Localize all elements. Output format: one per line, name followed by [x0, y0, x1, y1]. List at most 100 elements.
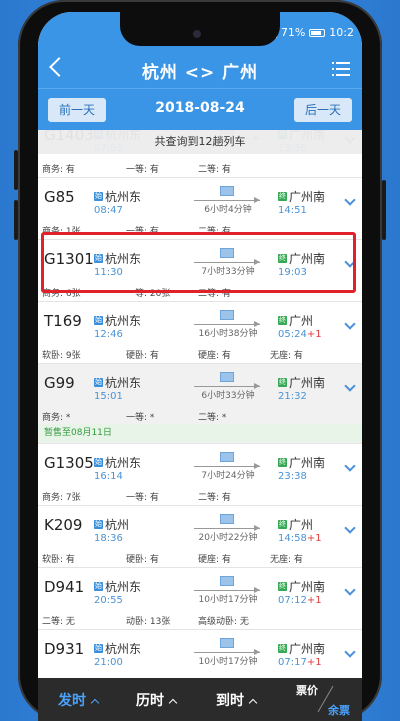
- battery-text: 71%: [280, 26, 306, 39]
- train-icon: [220, 372, 234, 382]
- duration: 16小时38分钟: [198, 329, 258, 339]
- seat-availability: 软卧: 9张: [42, 351, 81, 361]
- end-station-icon: 终: [278, 644, 287, 653]
- depart-time: 15:01: [94, 391, 123, 402]
- chevron-down-icon[interactable]: [344, 646, 356, 658]
- to-station: 广州南: [289, 376, 326, 390]
- seat-availability: 二等: 有: [198, 493, 231, 503]
- train-row[interactable]: D941 始杭州东 20:55 10小时17分钟 终广州南 07:12+1 二等: 无 动卧:…: [38, 568, 362, 630]
- seat-availability: 软卧: 有: [42, 555, 75, 565]
- from-station: 杭州东: [105, 314, 142, 328]
- train-number: G1305: [44, 454, 94, 472]
- train-number: D931: [44, 640, 85, 658]
- seat-availability: 商务: *: [42, 413, 71, 423]
- train-row[interactable]: K209 始杭州 18:36 20小时22分钟 终广州 14:58+1 软卧: 有 硬卧: 有…: [38, 506, 362, 568]
- train-row[interactable]: T169 始杭州东 12:46 16小时38分钟 终广州 05:24+1 软卧: 9张 硬卧:…: [38, 302, 362, 364]
- volume-button: [14, 200, 18, 240]
- duration: 10小时17分钟: [198, 657, 258, 667]
- next-day-marker: +1: [306, 329, 322, 340]
- screen: 71% 10:2 杭州 <> 广州 前一天 2018-08-24 后一天 共查询…: [38, 12, 362, 721]
- train-number: K209: [44, 516, 83, 534]
- seat-availability: 硬座: 有: [198, 555, 231, 565]
- next-day-marker: +1: [306, 657, 322, 668]
- sort-arrive-label: 到时: [216, 693, 244, 709]
- camera: [193, 30, 201, 38]
- end-station-icon: 终: [278, 316, 287, 325]
- chevron-down-icon[interactable]: [344, 460, 356, 472]
- highlight-box: [41, 232, 356, 293]
- seat-availability: 二等: 无: [42, 617, 75, 627]
- train-icon: [220, 310, 234, 320]
- clock: 10:2: [329, 26, 354, 39]
- seat-availability: 一等: *: [126, 413, 155, 423]
- train-icon: [220, 638, 234, 648]
- chevron-down-icon[interactable]: [344, 380, 356, 392]
- arrive-time: 07:17+1: [278, 657, 322, 668]
- sort-arrive-button[interactable]: 到时: [216, 690, 258, 710]
- chevron-down-icon[interactable]: [344, 318, 356, 330]
- arrive-time-value: 07:12: [278, 595, 307, 606]
- seat-availability: 一等: 有: [126, 165, 159, 175]
- arrive-time-value: 23:38: [278, 471, 307, 482]
- next-day-button[interactable]: 后一天: [294, 98, 352, 122]
- arrive-time-value: 07:17: [278, 657, 307, 668]
- start-station-icon: 始: [94, 520, 103, 529]
- sort-remain-button[interactable]: 余票: [328, 702, 350, 718]
- end-station-icon: 终: [278, 458, 287, 467]
- seat-availability: 硬卧: 有: [126, 555, 159, 565]
- chevron-down-icon[interactable]: [344, 584, 356, 596]
- arrow-icon: [194, 197, 260, 203]
- train-icon: [220, 186, 234, 196]
- train-row[interactable]: D931始杭州东21:0010小时17分钟终广州南07:17+1二等: 20张动…: [38, 630, 362, 678]
- from-station: 杭州东: [105, 456, 142, 470]
- end-station-icon: 终: [278, 520, 287, 529]
- train-number: D941: [44, 578, 85, 596]
- arrow-icon: [194, 525, 260, 531]
- arrive-time: 14:51: [278, 205, 307, 216]
- seat-availability: 商务: 7张: [42, 493, 81, 503]
- arrive-time: 21:32: [278, 391, 307, 402]
- arrow-icon: [194, 383, 260, 389]
- duration: 20小时22分钟: [198, 533, 258, 543]
- start-station-icon: 始: [94, 458, 103, 467]
- arrive-time-value: 14:58: [278, 533, 307, 544]
- train-row[interactable]: G1305 始杭州东 16:14 7小时24分钟 终广州南 23:38 商务: 7张 一等: …: [38, 444, 362, 506]
- depart-time: 08:47: [94, 205, 123, 216]
- seat-availability: 无座: 有: [270, 351, 303, 361]
- depart-time: 18:36: [94, 533, 123, 544]
- sort-duration-button[interactable]: 历时: [136, 690, 178, 710]
- chevron-down-icon[interactable]: [344, 522, 356, 534]
- arrive-time: 07:12+1: [278, 595, 322, 606]
- caret-up-icon: [248, 698, 258, 708]
- battery-icon: [309, 28, 326, 37]
- chevron-down-icon[interactable]: [344, 194, 356, 206]
- seat-availability: 二等: *: [198, 413, 227, 423]
- next-day-marker: +1: [306, 533, 322, 544]
- train-number: G99: [44, 374, 75, 392]
- train-icon: [220, 514, 234, 524]
- seat-availability: 二等: 有: [198, 165, 231, 175]
- start-station-icon: 始: [94, 644, 103, 653]
- power-button: [382, 180, 386, 240]
- menu-icon[interactable]: [332, 62, 350, 76]
- seat-availability: 硬卧: 有: [126, 351, 159, 361]
- result-count: 共查询到12趟列车: [38, 130, 362, 154]
- seat-availability: 动卧: 13张: [126, 617, 171, 627]
- volume-button: [14, 150, 18, 190]
- caret-up-icon: [168, 698, 178, 708]
- train-row[interactable]: G99 始杭州东 15:01 6小时33分钟 终广州南 21:32 商务: * 一等: * 二等…: [38, 364, 362, 444]
- arrow-icon: [194, 587, 260, 593]
- train-row[interactable]: G85 始杭州东 08:47 6小时4分钟终广州南 14:51 商务: 1张 一等: 有二等…: [38, 178, 362, 240]
- end-station-icon: 终: [278, 582, 287, 591]
- sort-price-button[interactable]: 票价: [296, 682, 318, 698]
- seat-availability: 硬座: 有: [198, 351, 231, 361]
- arrow-icon: [194, 649, 260, 655]
- train-icon: [220, 452, 234, 462]
- from-station: 杭州: [105, 518, 130, 532]
- arrive-time-value: 21:32: [278, 391, 307, 402]
- to-station: 广州南: [289, 580, 326, 594]
- page-title: 杭州 <> 广州: [141, 63, 259, 83]
- end-station-icon: 终: [278, 378, 287, 387]
- date-bar: 前一天 2018-08-24 后一天: [38, 88, 362, 130]
- sort-depart-button[interactable]: 发时: [58, 690, 100, 710]
